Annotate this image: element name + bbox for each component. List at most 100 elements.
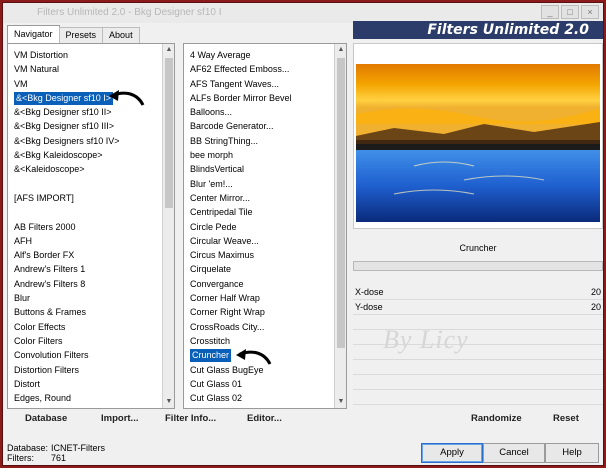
list-item-label: Cut Glass 03	[190, 407, 242, 408]
list-item[interactable]: BlindsVertical	[190, 162, 292, 176]
list-item[interactable]: CrossRoads City...	[190, 320, 292, 334]
filters-count-value: 761	[51, 453, 67, 463]
list-item[interactable]: Convolution Filters	[14, 348, 120, 362]
cancel-button[interactable]: Cancel	[483, 443, 545, 463]
scroll-down-icon[interactable]: ▼	[163, 396, 174, 408]
import-button[interactable]: Import...	[101, 413, 138, 424]
list-item[interactable]: VM Distortion	[14, 48, 120, 62]
list-item[interactable]: &<Bkg Designer sf10 II>	[14, 105, 120, 119]
apply-button[interactable]: Apply	[421, 443, 483, 463]
list-item[interactable]: Andrew's Filters 1	[14, 262, 120, 276]
maximize-button[interactable]: □	[561, 5, 579, 19]
scroll-up-icon[interactable]: ▲	[163, 44, 174, 56]
preview-image	[354, 44, 602, 228]
list-item[interactable]: VM	[14, 77, 120, 91]
database-label: Database:	[7, 443, 49, 453]
list-item[interactable]: 4 Way Average	[190, 48, 292, 62]
list-item-label: Blur 'em!...	[190, 178, 233, 189]
scroll-up-icon[interactable]: ▲	[335, 44, 346, 56]
list-item[interactable]: &<Bkg Designer sf10 III>	[14, 119, 120, 133]
list-item[interactable]: Cut Glass 01	[190, 377, 292, 391]
list-item-label: Edges, Round	[14, 393, 72, 404]
list-item[interactable]: Balloons...	[190, 105, 292, 119]
list-item[interactable]: AFH	[14, 234, 120, 248]
editor-button[interactable]: Editor...	[247, 413, 282, 424]
list-item[interactable]: Blur	[14, 291, 120, 305]
list-item[interactable]: [AFS IMPORT]	[14, 191, 120, 205]
list-item-label: Corner Half Wrap	[190, 293, 260, 304]
param-value[interactable]: 20	[591, 285, 601, 300]
list-item[interactable]: Buttons & Frames	[14, 305, 120, 319]
param-row-x-dose[interactable]: X-dose 20	[353, 285, 603, 300]
database-button[interactable]: Database	[25, 413, 67, 424]
tab-presets[interactable]: Presets	[58, 27, 104, 43]
selected-filter-name: Cruncher	[459, 243, 497, 253]
list-item-label: Distortion Filters	[14, 364, 80, 375]
list-item[interactable]: AFS Tangent Waves...	[190, 77, 292, 91]
list-item[interactable]: Color Effects	[14, 320, 120, 334]
param-row-y-dose[interactable]: Y-dose 20	[353, 300, 603, 315]
tab-navigator[interactable]: Navigator	[7, 25, 60, 43]
list-item-label: Cut Glass 01	[190, 378, 243, 389]
close-button[interactable]: ×	[581, 5, 599, 19]
list-item[interactable]: Circus Maximus	[190, 248, 292, 262]
list-item[interactable]: Circular Weave...	[190, 234, 292, 248]
list-item-label: Alf's Border FX	[14, 250, 75, 261]
list-item[interactable]: ALFs Border Mirror Bevel	[190, 91, 292, 105]
list-item[interactable]: Barcode Generator...	[190, 119, 292, 133]
list-item-label: AFH	[14, 235, 32, 246]
list-item[interactable]: Blur 'em!...	[190, 177, 292, 191]
scroll-thumb[interactable]	[165, 58, 173, 208]
list-item[interactable]: Distortion Filters	[14, 363, 120, 377]
list-item[interactable]: Corner Half Wrap	[190, 291, 292, 305]
list-item-label: 4 Way Average	[190, 50, 251, 60]
list-item[interactable]: AB Filters 2000	[14, 220, 120, 234]
randomize-button[interactable]: Randomize	[471, 413, 522, 424]
scroll-thumb[interactable]	[337, 58, 345, 348]
list-item[interactable]: bee morph	[190, 148, 292, 162]
list-item[interactable]: Cirquelate	[190, 262, 292, 276]
list-item[interactable]: Edges, Round	[14, 391, 120, 405]
filter-info-button[interactable]: Filter Info...	[165, 413, 216, 424]
param-row-empty	[353, 375, 603, 390]
tab-bar: Navigator Presets About	[7, 25, 140, 43]
list-item[interactable]: Center Mirror...	[190, 191, 292, 205]
list-item[interactable]: Color Filters	[14, 334, 120, 348]
list-item[interactable]: BB StringThing...	[190, 134, 292, 148]
list-item[interactable]: Convergance	[190, 277, 292, 291]
list-item[interactable]: Distort	[14, 377, 120, 391]
list-item[interactable]: Circle Pede	[190, 220, 292, 234]
param-value[interactable]: 20	[591, 300, 601, 315]
list-item[interactable]: Cut Glass 02	[190, 391, 292, 405]
list-item[interactable]: &<Bkg Kaleidoscope>	[14, 148, 120, 162]
filter-scrollbar[interactable]: ▲ ▼	[334, 44, 346, 408]
minimize-button[interactable]: _	[541, 5, 559, 19]
list-item[interactable]: &<Kaleidoscope>	[14, 162, 120, 176]
list-item[interactable]: Corner Right Wrap	[190, 305, 292, 319]
list-item[interactable]: &<Bkg Designer sf10 I>	[14, 91, 120, 105]
category-scrollbar[interactable]: ▲ ▼	[162, 44, 174, 408]
list-item-label: Barcode Generator...	[190, 121, 274, 132]
list-item[interactable]: Centripedal Tile	[190, 205, 292, 219]
list-item[interactable]: &<Bkg Designers sf10 IV>	[14, 134, 120, 148]
list-item[interactable]: Edges, Square	[14, 405, 120, 408]
list-item[interactable]: AF62 Effected Emboss...	[190, 62, 292, 76]
list-item[interactable]: Andrew's Filters 8	[14, 277, 120, 291]
scroll-down-icon[interactable]: ▼	[335, 396, 346, 408]
list-item-label: &<Bkg Designers sf10 IV>	[14, 135, 120, 146]
watermark-text: By Licy	[383, 325, 469, 354]
list-item[interactable]: Alf's Border FX	[14, 248, 120, 262]
list-item-label: Andrew's Filters 8	[14, 278, 86, 289]
param-label: Y-dose	[355, 302, 383, 312]
help-button[interactable]: Help	[545, 443, 599, 463]
tab-about[interactable]: About	[102, 27, 140, 43]
list-item-label: Blur	[14, 293, 31, 304]
list-item[interactable]: Cut Glass 03	[190, 405, 292, 408]
param-row-empty	[353, 360, 603, 375]
param-label: X-dose	[355, 287, 384, 297]
category-list[interactable]: VM Distortion VM Natural VM &<Bkg Designer …	[7, 43, 175, 409]
reset-button[interactable]: Reset	[553, 413, 579, 424]
list-item[interactable]: VM Natural	[14, 62, 120, 76]
filters-count-label: Filters:	[7, 453, 34, 463]
list-item-label: VM	[14, 78, 28, 89]
